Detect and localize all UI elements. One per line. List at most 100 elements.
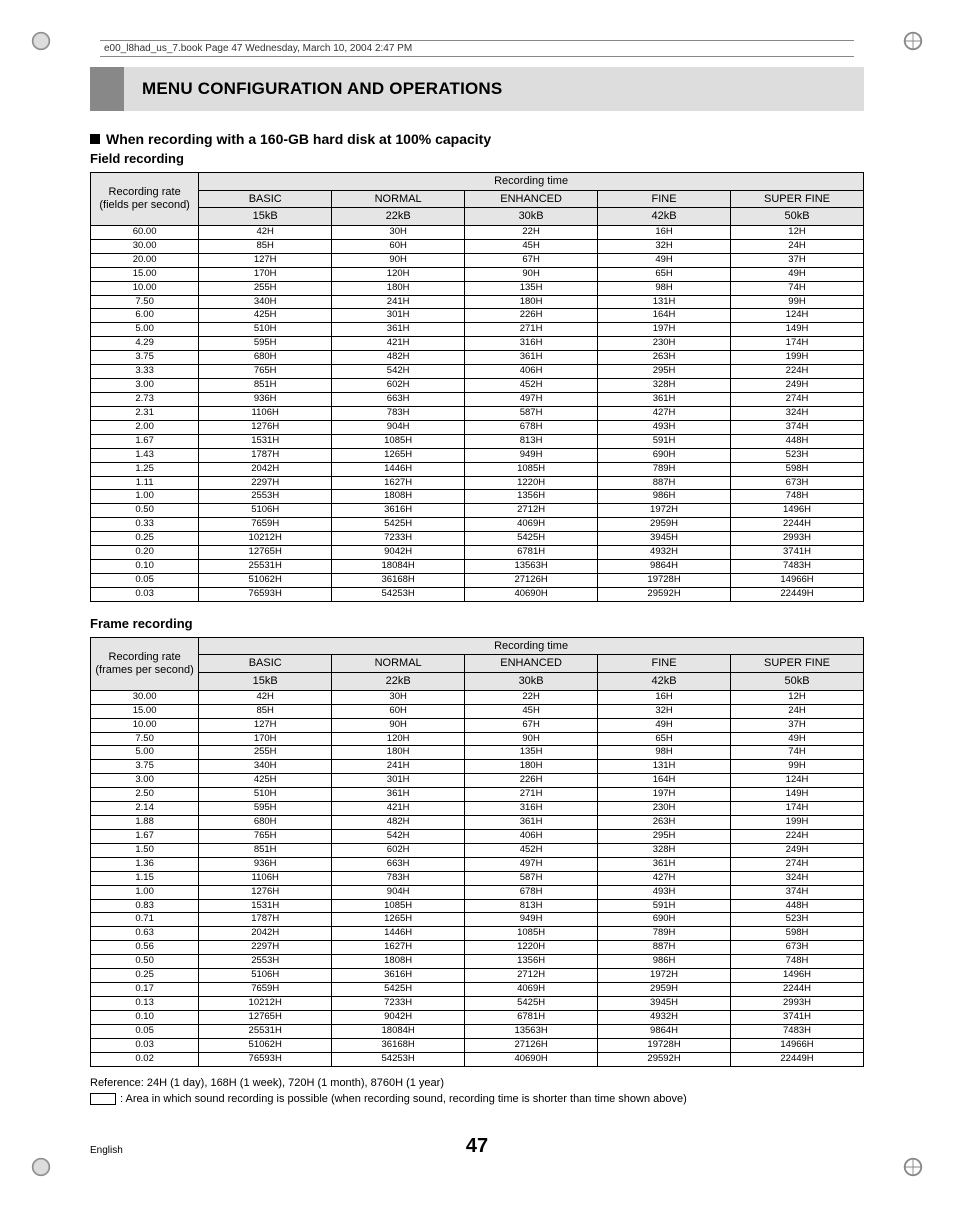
- cell-rate: 0.63: [91, 927, 199, 941]
- table-row: 2.311106H783H587H427H324H: [91, 406, 864, 420]
- cell-value: 25531H: [199, 1024, 332, 1038]
- cell-value: 255H: [199, 281, 332, 295]
- cell-value: 1276H: [199, 420, 332, 434]
- cell-value: 4932H: [598, 546, 731, 560]
- table-row: 0.632042H1446H1085H789H598H: [91, 927, 864, 941]
- cell-value: 1787H: [199, 448, 332, 462]
- table-row: 6.00425H301H226H164H124H: [91, 309, 864, 323]
- cell-value: 3945H: [598, 997, 731, 1011]
- registration-mark-icon: [30, 30, 52, 52]
- cell-rate: 3.75: [91, 760, 199, 774]
- table-header-rate: Recording rate(fields per second): [91, 173, 199, 226]
- cell-rate: 2.00: [91, 420, 199, 434]
- cell-value: 1106H: [199, 406, 332, 420]
- cell-value: 1972H: [598, 969, 731, 983]
- cell-value: 18084H: [332, 560, 465, 574]
- cell-value: 49H: [598, 253, 731, 267]
- cell-value: 904H: [332, 885, 465, 899]
- cell-rate: 0.10: [91, 560, 199, 574]
- cell-value: 9864H: [598, 1024, 731, 1038]
- cell-value: 7483H: [731, 1024, 864, 1038]
- cell-value: 1085H: [332, 434, 465, 448]
- cell-value: 602H: [332, 843, 465, 857]
- table-row: 0.0525531H18084H13563H9864H7483H: [91, 1024, 864, 1038]
- table-row: 2.73936H663H497H361H274H: [91, 392, 864, 406]
- cell-value: 224H: [731, 829, 864, 843]
- content-area: When recording with a 160-GB hard disk a…: [90, 131, 864, 1105]
- cell-value: 316H: [465, 337, 598, 351]
- cell-value: 4069H: [465, 518, 598, 532]
- cell-value: 7233H: [332, 997, 465, 1011]
- table-header-quality: BASIC: [199, 655, 332, 673]
- table-row: 1.002553H1808H1356H986H748H: [91, 490, 864, 504]
- cell-value: 174H: [731, 802, 864, 816]
- cell-rate: 10.00: [91, 281, 199, 295]
- cell-value: 127H: [199, 253, 332, 267]
- cell-value: 13563H: [465, 560, 598, 574]
- cell-value: 197H: [598, 323, 731, 337]
- cell-value: 19728H: [598, 1038, 731, 1052]
- cell-value: 1085H: [332, 899, 465, 913]
- cell-value: 324H: [731, 406, 864, 420]
- cell-value: 49H: [731, 732, 864, 746]
- cell-value: 124H: [731, 309, 864, 323]
- cell-value: 374H: [731, 420, 864, 434]
- table-header-quality: NORMAL: [332, 655, 465, 673]
- cell-value: 673H: [731, 476, 864, 490]
- cell-value: 255H: [199, 746, 332, 760]
- cell-value: 2712H: [465, 969, 598, 983]
- cell-value: 6781H: [465, 546, 598, 560]
- table-header-quality: SUPER FINE: [731, 655, 864, 673]
- cell-value: 149H: [731, 323, 864, 337]
- page-footer: English 47: [60, 1135, 894, 1158]
- cell-value: 45H: [465, 239, 598, 253]
- cell-value: 124H: [731, 774, 864, 788]
- table-row: 1.67765H542H406H295H224H: [91, 829, 864, 843]
- cell-value: 497H: [465, 857, 598, 871]
- cell-value: 324H: [731, 871, 864, 885]
- cell-value: 2297H: [199, 941, 332, 955]
- cell-value: 663H: [332, 392, 465, 406]
- cell-value: 493H: [598, 420, 731, 434]
- cell-value: 1085H: [465, 927, 598, 941]
- cell-value: 2297H: [199, 476, 332, 490]
- cell-value: 51062H: [199, 573, 332, 587]
- table-header-quality: ENHANCED: [465, 190, 598, 208]
- cell-value: 523H: [731, 448, 864, 462]
- cell-value: 2553H: [199, 490, 332, 504]
- cell-value: 12765H: [199, 546, 332, 560]
- cell-value: 263H: [598, 816, 731, 830]
- cell-value: 949H: [465, 913, 598, 927]
- table-row: 1.151106H783H587H427H324H: [91, 871, 864, 885]
- cell-value: 3741H: [731, 1010, 864, 1024]
- cell-value: 12H: [731, 225, 864, 239]
- cell-value: 542H: [332, 365, 465, 379]
- table-row: 0.831531H1085H813H591H448H: [91, 899, 864, 913]
- table-header-rate: Recording rate(frames per second): [91, 637, 199, 690]
- cell-value: 406H: [465, 829, 598, 843]
- cell-value: 149H: [731, 788, 864, 802]
- table-row: 30.0085H60H45H32H24H: [91, 239, 864, 253]
- table-row: 1.50851H602H452H328H249H: [91, 843, 864, 857]
- cell-value: 680H: [199, 351, 332, 365]
- cell-rate: 1.36: [91, 857, 199, 871]
- table-header-recording-time: Recording time: [199, 637, 864, 655]
- cell-value: 361H: [332, 323, 465, 337]
- cell-value: 120H: [332, 732, 465, 746]
- cell-value: 598H: [731, 462, 864, 476]
- cell-value: 904H: [332, 420, 465, 434]
- cell-value: 180H: [465, 295, 598, 309]
- cell-rate: 0.25: [91, 532, 199, 546]
- cell-value: 22H: [465, 690, 598, 704]
- cell-value: 32H: [598, 704, 731, 718]
- cell-value: 887H: [598, 476, 731, 490]
- cell-value: 14966H: [731, 1038, 864, 1052]
- cell-value: 783H: [332, 871, 465, 885]
- cell-value: 949H: [465, 448, 598, 462]
- cell-rate: 60.00: [91, 225, 199, 239]
- cell-value: 1972H: [598, 504, 731, 518]
- cell-rate: 3.00: [91, 774, 199, 788]
- sound-note-text: : Area in which sound recording is possi…: [120, 1093, 687, 1105]
- cell-value: 591H: [598, 899, 731, 913]
- cell-value: 40690H: [465, 1052, 598, 1066]
